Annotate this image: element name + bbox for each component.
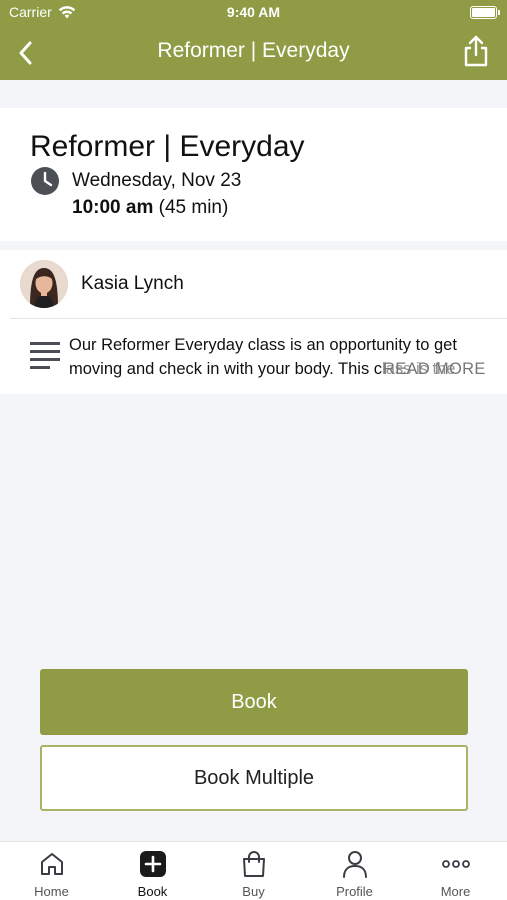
tab-buy[interactable]: Buy	[203, 842, 304, 900]
status-time: 9:40 AM	[226, 4, 281, 20]
class-duration: (45 min)	[158, 197, 229, 218]
share-icon	[464, 35, 488, 67]
read-more-link[interactable]: READ MORE	[383, 357, 486, 381]
book-multiple-button[interactable]: Book Multiple	[40, 745, 468, 811]
shopping-bag-icon	[242, 851, 265, 877]
instructor-name[interactable]: Kasia Lynch	[81, 273, 184, 295]
back-button[interactable]	[12, 38, 38, 68]
tab-home-label: Home	[34, 884, 69, 899]
class-time: 10:00 am	[72, 197, 154, 218]
tab-more[interactable]: More	[405, 842, 506, 900]
class-time-line: 10:00 am (45 min)	[72, 197, 228, 219]
tab-book-label: Book	[137, 884, 168, 899]
book-button[interactable]: Book	[40, 669, 468, 735]
person-icon	[342, 851, 367, 878]
clock-icon	[31, 167, 59, 195]
tab-profile-label: Profile	[336, 884, 373, 899]
status-bar: Carrier 9:40 AM	[0, 0, 507, 26]
class-date: Wednesday, Nov 23	[72, 170, 242, 191]
avatar[interactable]	[20, 260, 68, 308]
tab-book[interactable]: Book	[102, 842, 203, 900]
chevron-left-icon	[19, 41, 32, 65]
share-button[interactable]	[461, 34, 491, 68]
tab-buy-label: Buy	[242, 884, 265, 899]
tab-profile[interactable]: Profile	[304, 842, 405, 900]
tab-bar: Home Book Buy Profile More	[0, 841, 507, 900]
description-lines-icon	[30, 342, 60, 369]
page-title: Reformer | Everyday	[157, 39, 350, 62]
plus-square-icon	[139, 851, 166, 877]
class-detail-card: Kasia Lynch Our Reformer Everyday class …	[0, 250, 507, 394]
divider	[10, 318, 507, 319]
class-info-card: Reformer | Everyday Wednesday, Nov 23 10…	[0, 108, 507, 241]
more-dots-icon	[441, 860, 470, 868]
class-title: Reformer | Everyday	[30, 130, 305, 163]
app-header: Carrier 9:40 AM Reformer | Everyday	[0, 0, 507, 80]
battery-icon	[470, 6, 500, 19]
tab-more-label: More	[440, 884, 471, 899]
instructor-photo	[20, 260, 68, 308]
home-icon	[40, 853, 63, 875]
tab-home[interactable]: Home	[1, 842, 102, 900]
nav-bar: Reformer | Everyday	[0, 26, 507, 80]
